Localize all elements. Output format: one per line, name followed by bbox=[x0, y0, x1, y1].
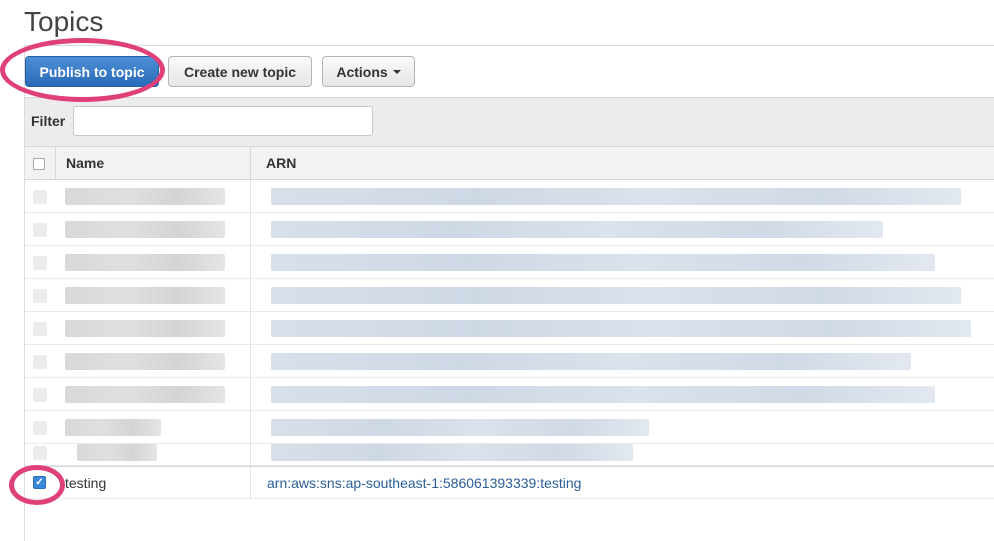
row-checkbox[interactable] bbox=[33, 289, 47, 303]
table-row-redacted[interactable] bbox=[25, 246, 994, 279]
table-row-redacted[interactable] bbox=[25, 213, 994, 246]
column-divider bbox=[250, 279, 251, 311]
redacted-name bbox=[77, 444, 157, 461]
publish-to-topic-button[interactable]: Publish to topic bbox=[25, 56, 159, 87]
redacted-name bbox=[65, 287, 225, 304]
table-row-redacted[interactable] bbox=[25, 180, 994, 213]
publish-button-label: Publish to topic bbox=[39, 63, 145, 80]
column-divider bbox=[250, 213, 251, 245]
redacted-arn bbox=[271, 419, 649, 436]
row-checkbox[interactable] bbox=[33, 355, 47, 369]
row-checkbox[interactable] bbox=[33, 322, 47, 336]
redacted-arn bbox=[271, 188, 961, 205]
row-checkbox[interactable] bbox=[33, 190, 47, 204]
redacted-arn bbox=[271, 254, 935, 271]
table-row-redacted[interactable] bbox=[25, 345, 994, 378]
redacted-arn bbox=[271, 386, 935, 403]
redacted-name bbox=[65, 419, 161, 436]
row-checkbox[interactable] bbox=[33, 388, 47, 402]
column-divider bbox=[250, 180, 251, 212]
select-all-checkbox[interactable] bbox=[33, 158, 45, 170]
column-divider bbox=[250, 378, 251, 410]
row-checkbox[interactable] bbox=[33, 223, 47, 237]
topic-name: testing bbox=[65, 475, 107, 491]
create-button-label: Create new topic bbox=[183, 63, 297, 80]
column-divider bbox=[250, 312, 251, 344]
row-checkbox-checked[interactable]: ✓ bbox=[33, 476, 46, 489]
column-divider bbox=[55, 147, 56, 179]
redacted-name bbox=[65, 320, 225, 337]
actions-button-label: Actions bbox=[336, 63, 388, 80]
row-checkbox[interactable] bbox=[33, 256, 47, 270]
redacted-name bbox=[65, 221, 225, 238]
filter-bar: Filter bbox=[25, 97, 994, 147]
column-header-name[interactable]: Name bbox=[66, 155, 104, 171]
caret-down-icon bbox=[392, 69, 401, 74]
topic-arn-link[interactable]: arn:aws:sns:ap-southeast-1:586061393339:… bbox=[267, 475, 581, 491]
table-header: Name ARN bbox=[25, 147, 994, 180]
redacted-arn bbox=[271, 353, 911, 370]
redacted-arn bbox=[271, 221, 883, 238]
column-divider bbox=[250, 147, 251, 179]
filter-label: Filter bbox=[31, 113, 66, 129]
create-new-topic-button[interactable]: Create new topic bbox=[168, 56, 312, 87]
column-divider bbox=[250, 345, 251, 377]
table-row-redacted[interactable] bbox=[25, 279, 994, 312]
column-divider bbox=[250, 436, 251, 465]
column-divider bbox=[250, 467, 251, 498]
redacted-name bbox=[65, 353, 225, 370]
table-row-redacted[interactable] bbox=[25, 312, 994, 345]
actions-dropdown-button[interactable]: Actions bbox=[322, 56, 415, 87]
row-checkbox[interactable] bbox=[33, 421, 47, 435]
filter-input[interactable] bbox=[73, 106, 373, 136]
column-divider bbox=[250, 246, 251, 278]
table-row-testing[interactable]: ✓ testing arn:aws:sns:ap-southeast-1:586… bbox=[25, 466, 994, 499]
redacted-arn bbox=[271, 320, 971, 337]
redacted-name bbox=[65, 386, 225, 403]
redacted-arn bbox=[271, 287, 961, 304]
title-divider bbox=[24, 45, 994, 46]
table-row-redacted[interactable] bbox=[25, 378, 994, 411]
redacted-name bbox=[65, 254, 225, 271]
page-title: Topics bbox=[24, 6, 104, 37]
row-checkbox[interactable] bbox=[33, 446, 47, 460]
table-row-redacted[interactable] bbox=[25, 436, 994, 466]
column-header-arn[interactable]: ARN bbox=[266, 155, 296, 171]
redacted-name bbox=[65, 188, 225, 205]
redacted-arn bbox=[271, 444, 633, 461]
